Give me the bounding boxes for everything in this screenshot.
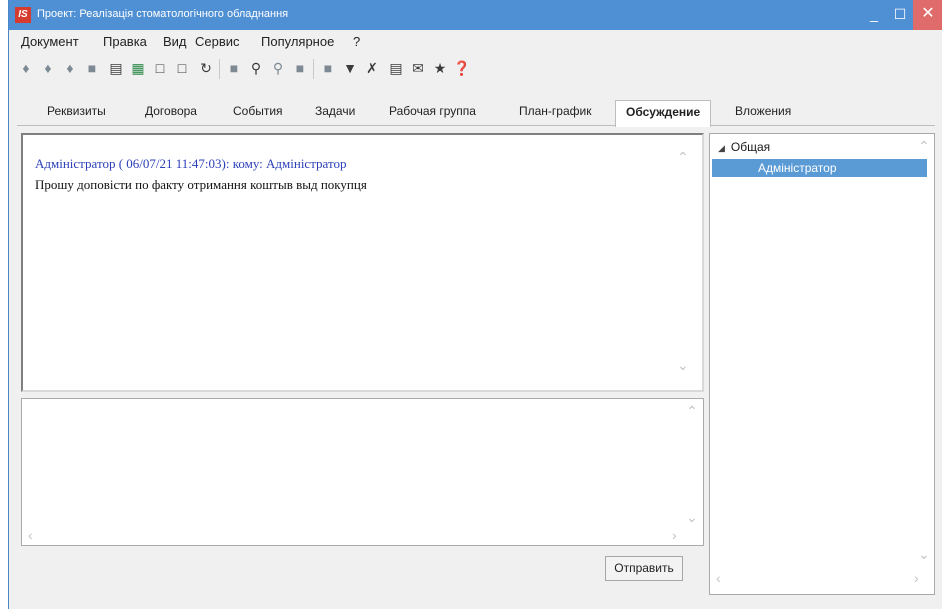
tab-workgroup[interactable]: Рабочая группа	[389, 104, 476, 118]
add-icon[interactable]: ♦	[17, 59, 35, 77]
print-icon[interactable]: ▤	[107, 59, 125, 77]
menu-bar: Документ Правка Вид Сервис Популярное ?	[9, 30, 942, 52]
app-logo-icon: IS	[15, 7, 31, 23]
window-title: Проект: Реалізація стоматологічного обла…	[37, 8, 289, 20]
scroll-up-icon[interactable]: ⌃	[686, 403, 698, 420]
tab-bar: Реквизиты Договора События Задачи Рабоча…	[17, 100, 935, 127]
scroll-right-icon[interactable]: ›	[914, 570, 919, 586]
scroll-down-icon[interactable]: ⌄	[918, 546, 930, 563]
scroll-up-icon[interactable]: ⌃	[677, 149, 689, 166]
title-bar[interactable]: IS Проект: Реалізація стоматологічного о…	[9, 0, 942, 30]
mail-icon[interactable]: ✉	[409, 59, 427, 77]
new-doc-2-icon[interactable]: □	[173, 59, 191, 77]
scroll-left-icon[interactable]: ‹	[716, 570, 721, 586]
close-button[interactable]: ✕	[913, 0, 942, 30]
tree-item-administrator[interactable]: Адміністратор	[712, 159, 927, 177]
expand-caret-icon[interactable]: ◢	[718, 143, 725, 153]
recipients-tree[interactable]: ◢ Общая Адміністратор ⌃ ⌄ ‹ ›	[709, 133, 935, 595]
menu-document[interactable]: Документ	[21, 34, 79, 49]
toolbar-separator	[219, 59, 220, 79]
tree-group-label: Общая	[730, 140, 771, 154]
search-icon[interactable]: ⚲	[247, 59, 265, 77]
help-icon[interactable]: ❓	[453, 59, 471, 77]
delete-icon[interactable]: ■	[83, 59, 101, 77]
messages-panel[interactable]: Адміністратор ( 06/07/21 11:47:03): кому…	[21, 133, 704, 392]
edit-icon[interactable]: ♦	[39, 59, 57, 77]
app-window: IS Проект: Реалізація стоматологічного о…	[8, 0, 942, 609]
grid-icon[interactable]: ■	[319, 59, 337, 77]
toolbar: ♦ ♦ ♦ ■ ▤ ▦ □ □ ↻ ■ ⚲ ⚲ ■ ■ ▼ ✗ ▤ ✉ ★ ❓	[15, 57, 935, 81]
tab-contracts[interactable]: Договора	[145, 104, 197, 118]
send-button[interactable]: Отправить	[605, 556, 683, 581]
refresh-icon[interactable]: ↻	[197, 59, 215, 77]
tab-discussion[interactable]: Обсуждение	[615, 100, 712, 127]
scroll-left-icon[interactable]: ‹	[28, 527, 33, 543]
menu-help[interactable]: ?	[353, 34, 360, 49]
tab-events[interactable]: События	[233, 104, 283, 118]
new-doc-icon[interactable]: □	[151, 59, 169, 77]
tab-requisites[interactable]: Реквизиты	[47, 104, 106, 118]
menu-edit[interactable]: Правка	[103, 34, 147, 49]
copy-icon[interactable]: ♦	[61, 59, 79, 77]
message-header: Адміністратор ( 06/07/21 11:47:03): кому…	[35, 156, 347, 171]
menu-popular[interactable]: Популярное	[261, 34, 334, 49]
toolbar-separator	[313, 59, 314, 79]
tab-attachments[interactable]: Вложения	[735, 104, 791, 118]
scroll-up-icon[interactable]: ⌃	[918, 138, 930, 155]
tree-group-general[interactable]: ◢ Общая	[718, 140, 770, 154]
menu-view[interactable]: Вид	[163, 34, 187, 49]
message-input[interactable]: ⌃ ⌄ ‹ ›	[21, 398, 704, 546]
filter-block-icon[interactable]: ■	[291, 59, 309, 77]
filter-icon[interactable]: ▼	[341, 59, 359, 77]
scroll-down-icon[interactable]: ⌄	[677, 357, 689, 374]
clear-filter-icon[interactable]: ✗	[363, 59, 381, 77]
scroll-down-icon[interactable]: ⌄	[686, 509, 698, 526]
excel-icon[interactable]: ▦	[129, 59, 147, 77]
tab-tasks[interactable]: Задачи	[315, 104, 355, 118]
minimize-button[interactable]: _	[861, 0, 887, 30]
stop-icon[interactable]: ■	[225, 59, 243, 77]
scroll-right-icon[interactable]: ›	[672, 527, 677, 543]
message-text: Прошу доповісти по факту отримання кошты…	[35, 177, 367, 192]
maximize-button[interactable]: ☐	[887, 0, 913, 30]
search-next-icon[interactable]: ⚲	[269, 59, 287, 77]
form-icon[interactable]: ▤	[387, 59, 405, 77]
menu-service[interactable]: Сервис	[195, 34, 240, 49]
tab-schedule[interactable]: План-график	[519, 104, 591, 118]
star-icon[interactable]: ★	[431, 59, 449, 77]
